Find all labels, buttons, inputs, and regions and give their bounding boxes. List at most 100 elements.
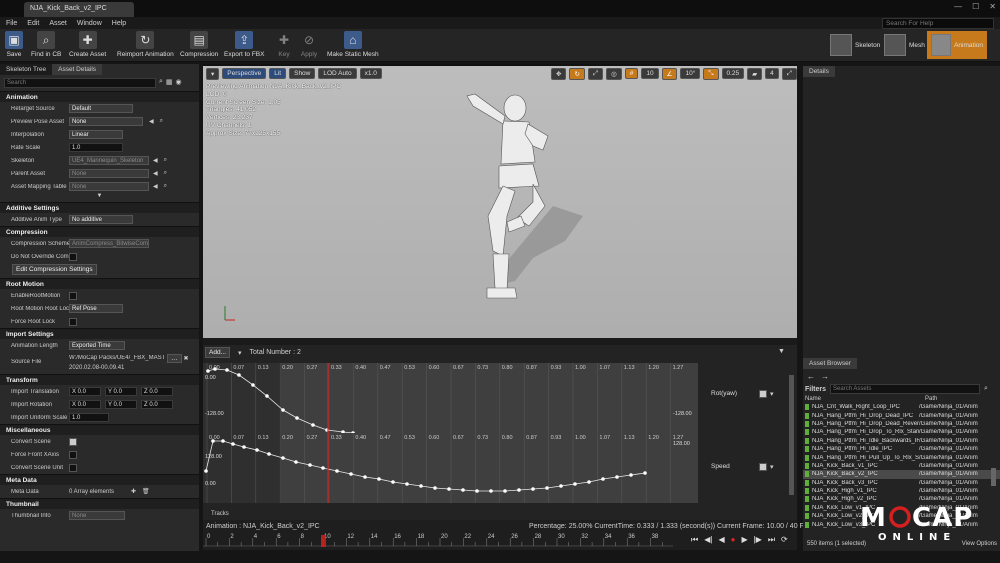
section-meta[interactable]: Meta Data	[0, 474, 199, 485]
find-in-cb-button[interactable]: ⌕ Find in CB	[31, 31, 61, 58]
speed-curve-menu-icon[interactable]: ▾	[770, 463, 774, 471]
view-options-icon[interactable]: ▦	[166, 78, 173, 88]
browse-icon[interactable]: ⌕	[164, 183, 167, 190]
mode-skeleton[interactable]: Skeleton	[826, 31, 884, 59]
asset-scrollbar[interactable]	[991, 468, 996, 486]
convert-unit-checkbox[interactable]	[69, 463, 77, 472]
rotation-z-input[interactable]: Z 0.0	[141, 400, 173, 409]
clear-icon[interactable]: ✖	[184, 355, 189, 362]
section-animation[interactable]: Animation	[0, 91, 199, 102]
uniform-scale-input[interactable]: 1.0	[69, 413, 109, 422]
curve-scrollbar[interactable]	[789, 375, 794, 495]
loop-icon[interactable]: ⟳	[781, 535, 788, 545]
viewport[interactable]: ▾ Perspective Lit Show LOD Auto x1.0 ✥ ↻…	[203, 66, 797, 338]
asset-list-item[interactable]: NJA_Hang_Ptfm_Hi_Pull_Up_To_Rlx_St/Game/…	[803, 453, 1000, 461]
step-back-icon[interactable]: ◀|	[704, 535, 712, 545]
asset-list-item[interactable]: NJA_Hang_Ptfm_Hi_Drop_To_Rlx_Stan/Game/N…	[803, 428, 1000, 436]
asset-search-input[interactable]: Search Assets	[830, 384, 981, 394]
menu-asset[interactable]: Asset	[49, 20, 67, 27]
rot-curve-checkbox[interactable]	[759, 390, 767, 398]
export-fbx-button[interactable]: ⇪ Export to FBX	[224, 31, 264, 58]
interpolation-dropdown[interactable]: Linear	[69, 130, 123, 139]
section-additive[interactable]: Additive Settings	[0, 202, 199, 213]
column-name[interactable]: Name	[805, 396, 925, 402]
parent-asset-dropdown[interactable]: None	[69, 169, 149, 178]
retarget-source-dropdown[interactable]: Default	[69, 104, 133, 113]
arrow-left-icon[interactable]: ◀	[149, 118, 154, 125]
make-static-mesh-button[interactable]: ⌂ Make Static Mesh	[327, 31, 379, 58]
asset-list-item[interactable]: NJA_Kick_Back_v1_IPC/Game/Ninja_01/Anim	[803, 462, 1000, 470]
curve-options-icon[interactable]: ▼	[778, 348, 785, 355]
record-icon[interactable]: ●	[731, 535, 736, 545]
back-icon[interactable]: ←	[807, 372, 815, 381]
asset-list-item[interactable]: NJA_Kick_Back_v2_IPC/Game/Ninja_01/Anim	[803, 470, 1000, 479]
asset-list-item[interactable]: NJA_Hang_Ptfm_Hi_Idle_Backwards_IF/Game/…	[803, 437, 1000, 445]
tab-details[interactable]: Details	[803, 66, 835, 77]
menu-file[interactable]: File	[6, 20, 17, 27]
save-button[interactable]: ▣ Save	[5, 31, 23, 58]
section-thumbnail[interactable]: Thumbnail	[0, 498, 199, 509]
skip-end-icon[interactable]: ⏭	[768, 535, 775, 545]
tab-asset-browser[interactable]: Asset Browser	[803, 358, 857, 369]
asset-list-item[interactable]: NJA_Hang_Ptfm_Hi_Drop_Dead_IPC/Game/Ninj…	[803, 411, 1000, 419]
convert-scene-checkbox[interactable]	[69, 437, 77, 446]
arrow-left-icon[interactable]: ◀	[153, 183, 158, 190]
force-root-lock-checkbox[interactable]	[69, 317, 77, 326]
mode-animation[interactable]: Animation	[927, 31, 987, 59]
section-misc[interactable]: Miscellaneous	[0, 424, 199, 435]
no-override-checkbox[interactable]	[69, 252, 77, 261]
menu-window[interactable]: Window	[77, 20, 102, 27]
apply-button[interactable]: ⊘ Apply	[300, 31, 318, 58]
section-import[interactable]: Import Settings	[0, 328, 199, 339]
help-search-input[interactable]: Search For Help	[882, 18, 994, 29]
enable-root-motion-checkbox[interactable]	[69, 291, 77, 300]
minimize-icon[interactable]: —	[954, 2, 962, 11]
rotation-y-input[interactable]: Y 0.0	[105, 400, 137, 409]
expand-advanced-icon[interactable]: ▼	[0, 193, 199, 202]
root-lock-dropdown[interactable]: Ref Pose	[69, 304, 123, 313]
add-element-icon[interactable]: ✚	[131, 488, 136, 495]
asset-list-item[interactable]: NJA_Kick_High_v1_IPC/Game/Ninja_01/Anim	[803, 487, 1000, 495]
preview-pose-dropdown[interactable]: None	[69, 117, 143, 126]
anim-length-dropdown[interactable]: Exported Time	[69, 341, 125, 350]
reimport-animation-button[interactable]: ↻ Reimport Animation	[117, 31, 174, 58]
edit-compression-button[interactable]: Edit Compression Settings	[12, 264, 97, 275]
browse-icon[interactable]: ⌕	[164, 170, 167, 177]
arrow-left-icon[interactable]: ◀	[153, 157, 158, 164]
menu-edit[interactable]: Edit	[27, 20, 39, 27]
section-compression[interactable]: Compression	[0, 226, 199, 237]
delete-icon[interactable]: 🗑	[142, 488, 150, 495]
translation-y-input[interactable]: Y 0.0	[105, 387, 137, 396]
timeline-scrubber[interactable]: 0 2 4 6 8 10 12 14 16 18 20 22 24 26 28 30 32 34 36 38	[203, 532, 673, 550]
play-reverse-icon[interactable]: ◀	[718, 535, 724, 545]
create-asset-button[interactable]: ✚ Create Asset	[69, 31, 106, 58]
add-curve-button[interactable]: Add...	[205, 347, 230, 358]
browse-icon[interactable]: ⌕	[160, 118, 163, 125]
additive-type-dropdown[interactable]: No additive	[69, 215, 133, 224]
arrow-left-icon[interactable]: ◀	[153, 170, 158, 177]
rot-curve-track[interactable]: 0.00 0.07 0.13 0.20 0.27 0.33 0.40 0.47 0.53 0.60…	[203, 363, 698, 433]
step-forward-icon[interactable]: |▶	[754, 535, 762, 545]
section-root-motion[interactable]: Root Motion	[0, 278, 199, 289]
forward-icon[interactable]: →	[821, 372, 829, 381]
asset-list-item[interactable]: NJA_Kick_Back_v3_IPC/Game/Ninja_01/Anim	[803, 479, 1000, 487]
skeleton-dropdown[interactable]: UE4_Mannequin_Skeleton	[69, 156, 149, 165]
asset-list-item[interactable]: NJA_Crit_Walk_Right_Loop_IPC/Game/Ninja_…	[803, 403, 1000, 411]
browse-icon[interactable]: ⌕	[164, 157, 167, 164]
settings-icon[interactable]: ◉	[176, 78, 182, 88]
play-icon[interactable]: ▶	[741, 535, 747, 545]
tab-asset-details[interactable]: Asset Details	[52, 64, 103, 75]
close-icon[interactable]: ✕	[989, 2, 996, 11]
rotation-x-input[interactable]: X 0.0	[69, 400, 101, 409]
mode-mesh[interactable]: Mesh	[880, 31, 929, 59]
tab-skeleton-tree[interactable]: Skeleton Tree	[0, 64, 53, 75]
speed-curve-checkbox[interactable]	[759, 463, 767, 471]
details-search-input[interactable]: Search	[4, 78, 156, 88]
skip-start-icon[interactable]: ⏮	[691, 535, 698, 545]
column-path[interactable]: Path	[925, 396, 937, 402]
thumbnail-info-dropdown[interactable]: None	[69, 511, 125, 520]
asset-list-item[interactable]: NJA_Hang_Ptfm_Hi_Idle_IPC/Game/Ninja_01/…	[803, 445, 1000, 453]
translation-z-input[interactable]: Z 0.0	[141, 387, 173, 396]
asset-list-item[interactable]: NJA_Hang_Ptfm_Hi_Drop_Dead_Reverse/Game/…	[803, 420, 1000, 428]
key-button[interactable]: ✚ Key	[275, 31, 293, 58]
